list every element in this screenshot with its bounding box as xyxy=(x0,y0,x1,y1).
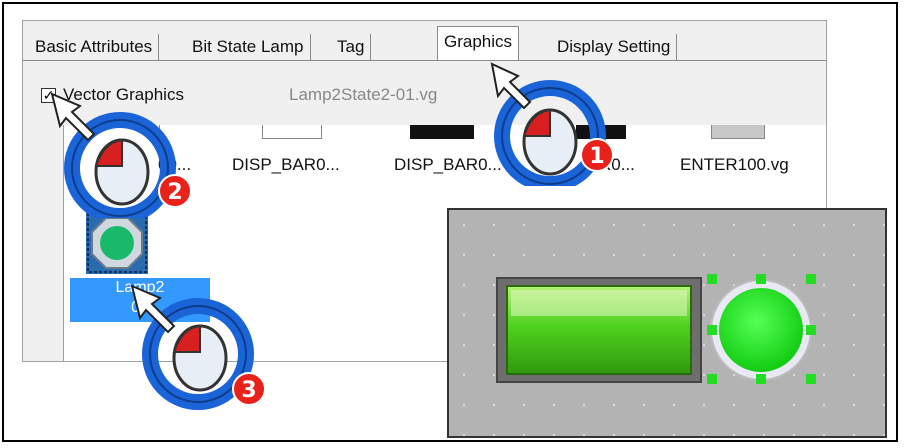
tab-bar: Basic Attributes Bit State Lamp Tag Grap… xyxy=(23,21,826,67)
step-3-cursor: 3 xyxy=(118,284,268,419)
vector-graphics-filename: Lamp2State2-01.vg xyxy=(289,85,438,104)
step-badge-3: 3 xyxy=(232,372,266,406)
graphic-preview-panel xyxy=(447,208,887,438)
lamp-circle-icon xyxy=(707,274,816,384)
step-badge-2: 2 xyxy=(158,174,192,208)
file-thumbnail[interactable] xyxy=(262,125,322,139)
file-thumbnail[interactable] xyxy=(410,125,474,139)
file-thumbnail[interactable] xyxy=(711,125,765,139)
tab-divider xyxy=(23,60,826,61)
step-2-cursor: 2 xyxy=(36,88,192,224)
lamp-rect-icon xyxy=(496,277,702,383)
file-label[interactable]: DISP_BAR0... xyxy=(232,155,340,175)
lamp-preview-graphic xyxy=(496,274,816,384)
tab-basic-attributes[interactable]: Basic Attributes xyxy=(29,34,160,60)
cursor-arrow-icon xyxy=(50,92,96,142)
step-badge-1: 1 xyxy=(580,138,614,172)
tab-bit-state-lamp[interactable]: Bit State Lamp xyxy=(186,34,311,60)
file-label[interactable]: ENTER100.vg xyxy=(680,155,789,175)
tab-tag[interactable]: Tag xyxy=(331,34,372,60)
tab-graphics[interactable]: Graphics xyxy=(437,26,520,60)
step-1-cursor: 1 xyxy=(472,56,614,192)
